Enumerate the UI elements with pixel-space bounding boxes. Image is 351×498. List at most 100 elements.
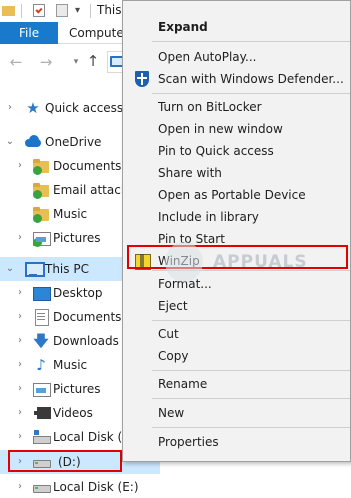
chevron-right-icon[interactable]: › <box>15 309 25 325</box>
chevron-down-icon[interactable]: ⌄ <box>5 261 15 277</box>
explorer-window: ▾ This PC File Computer ← → ▾ ↑ › ★ Quic… <box>0 0 351 498</box>
menu-item-label: Copy <box>158 349 189 363</box>
computer-icon <box>25 261 45 277</box>
divider <box>21 4 22 18</box>
chevron-right-icon[interactable]: › <box>15 405 25 421</box>
context-menu: Expand Open AutoPlay... Scan with Window… <box>122 0 351 462</box>
highlight-box-format <box>127 245 348 269</box>
sync-check-icon <box>33 214 42 223</box>
recent-locations-chevron-icon[interactable]: ▾ <box>71 54 81 70</box>
menu-item-cut[interactable]: Cut <box>123 323 351 345</box>
menu-item-new[interactable]: New <box>123 402 351 424</box>
nav-item-label: Documents <box>53 159 122 173</box>
menu-item-label: Cut <box>158 327 179 341</box>
tab-computer[interactable]: Computer <box>69 22 129 44</box>
menu-item-expand[interactable]: Expand <box>123 16 351 38</box>
menu-item-label: Include in library <box>158 210 259 224</box>
documents-icon <box>33 309 49 326</box>
nav-item-label: Music <box>53 358 88 372</box>
menu-separator <box>152 320 350 321</box>
menu-item-open-autoplay[interactable]: Open AutoPlay... <box>123 46 351 68</box>
menu-item-label: Share with <box>158 166 222 180</box>
desktop-icon <box>33 285 51 301</box>
nav-item-label: Documents <box>53 310 122 324</box>
pictures-icon <box>33 230 51 247</box>
menu-item-open-new-window[interactable]: Open in new window <box>123 118 351 140</box>
download-icon: 🡇 <box>33 332 49 350</box>
drive-icon <box>33 479 51 495</box>
chevron-down-icon[interactable]: ⌄ <box>5 134 15 150</box>
menu-separator <box>152 398 350 399</box>
chevron-right-icon[interactable]: › <box>5 100 15 116</box>
menu-item-rename[interactable]: Rename <box>123 373 351 395</box>
tab-file[interactable]: File <box>0 22 58 44</box>
properties-icon[interactable] <box>32 3 46 18</box>
nav-item-label: This PC <box>45 262 89 276</box>
forward-arrow-icon[interactable]: → <box>38 54 54 70</box>
chevron-right-icon[interactable]: › <box>15 479 25 495</box>
menu-item-label: Pin to Quick access <box>158 144 274 158</box>
menu-item-label: Open in new window <box>158 122 283 136</box>
menu-item-label: Open AutoPlay... <box>158 50 257 64</box>
windows-defender-icon <box>134 71 150 87</box>
chevron-right-icon[interactable]: › <box>15 429 25 445</box>
nav-item-label: Pictures <box>53 382 101 396</box>
menu-separator <box>152 93 350 94</box>
menu-item-label: Open as Portable Device <box>158 188 306 202</box>
menu-item-share-with[interactable]: Share with <box>123 162 351 184</box>
music-icon: ♪ <box>36 356 46 374</box>
menu-item-bitlocker[interactable]: Turn on BitLocker <box>123 96 351 118</box>
folder-icon <box>33 158 49 175</box>
chevron-right-icon[interactable]: › <box>15 230 25 246</box>
highlight-box-drive-d <box>8 450 122 472</box>
menu-item-pin-quick-access[interactable]: Pin to Quick access <box>123 140 351 162</box>
menu-separator <box>152 41 350 42</box>
folder-icon[interactable] <box>2 3 16 18</box>
nav-item-label: Pictures <box>53 231 101 245</box>
menu-item-copy[interactable]: Copy <box>123 345 351 367</box>
nav-item-label: OneDrive <box>45 135 102 149</box>
divider <box>90 4 91 18</box>
menu-item-scan-defender[interactable]: Scan with Windows Defender... <box>123 68 351 90</box>
back-arrow-icon[interactable]: ← <box>8 54 24 70</box>
nav-item-label: Videos <box>53 406 93 420</box>
chevron-right-icon[interactable]: › <box>15 285 25 301</box>
star-icon: ★ <box>26 99 40 117</box>
videos-icon <box>33 405 51 421</box>
sync-check-icon <box>33 238 42 247</box>
chevron-right-icon[interactable]: › <box>15 381 25 397</box>
menu-item-include-library[interactable]: Include in library <box>123 206 351 228</box>
menu-separator <box>152 270 350 271</box>
sync-check-icon <box>33 166 42 175</box>
sync-check-icon <box>33 190 42 199</box>
menu-item-label: Eject <box>158 299 188 313</box>
menu-item-label: Scan with Windows Defender... <box>158 72 344 86</box>
menu-item-label: Rename <box>158 377 208 391</box>
menu-item-eject[interactable]: Eject <box>123 295 351 317</box>
menu-separator <box>152 370 350 371</box>
pictures-icon <box>33 381 51 397</box>
nav-item-label: Desktop <box>53 286 103 300</box>
up-arrow-icon[interactable]: ↑ <box>85 53 101 69</box>
cloud-icon <box>25 134 41 150</box>
nav-item-label: Downloads <box>53 334 119 348</box>
menu-separator <box>152 427 350 428</box>
chevron-right-icon[interactable]: › <box>15 333 25 349</box>
new-folder-icon[interactable] <box>55 3 69 18</box>
menu-item-format[interactable]: Format... <box>123 273 351 295</box>
nav-item-label: Local Disk (E:) <box>53 480 139 494</box>
menu-item-label: Properties <box>158 435 219 449</box>
chevron-right-icon[interactable]: › <box>15 158 25 174</box>
chevron-down-icon[interactable]: ▾ <box>75 3 89 18</box>
menu-item-label: New <box>158 406 185 420</box>
drive-icon <box>33 429 51 445</box>
nav-item-label: Quick access <box>45 101 124 115</box>
menu-item-label: Expand <box>158 20 208 34</box>
menu-item-open-portable-device[interactable]: Open as Portable Device <box>123 184 351 206</box>
nav-item-local-disk-e[interactable]: › Local Disk (E:) <box>0 475 160 498</box>
folder-icon <box>33 206 49 223</box>
nav-item-label: Music <box>53 207 88 221</box>
chevron-right-icon[interactable]: › <box>15 357 25 373</box>
menu-item-label: Format... <box>158 277 212 291</box>
menu-item-properties[interactable]: Properties <box>123 431 351 453</box>
